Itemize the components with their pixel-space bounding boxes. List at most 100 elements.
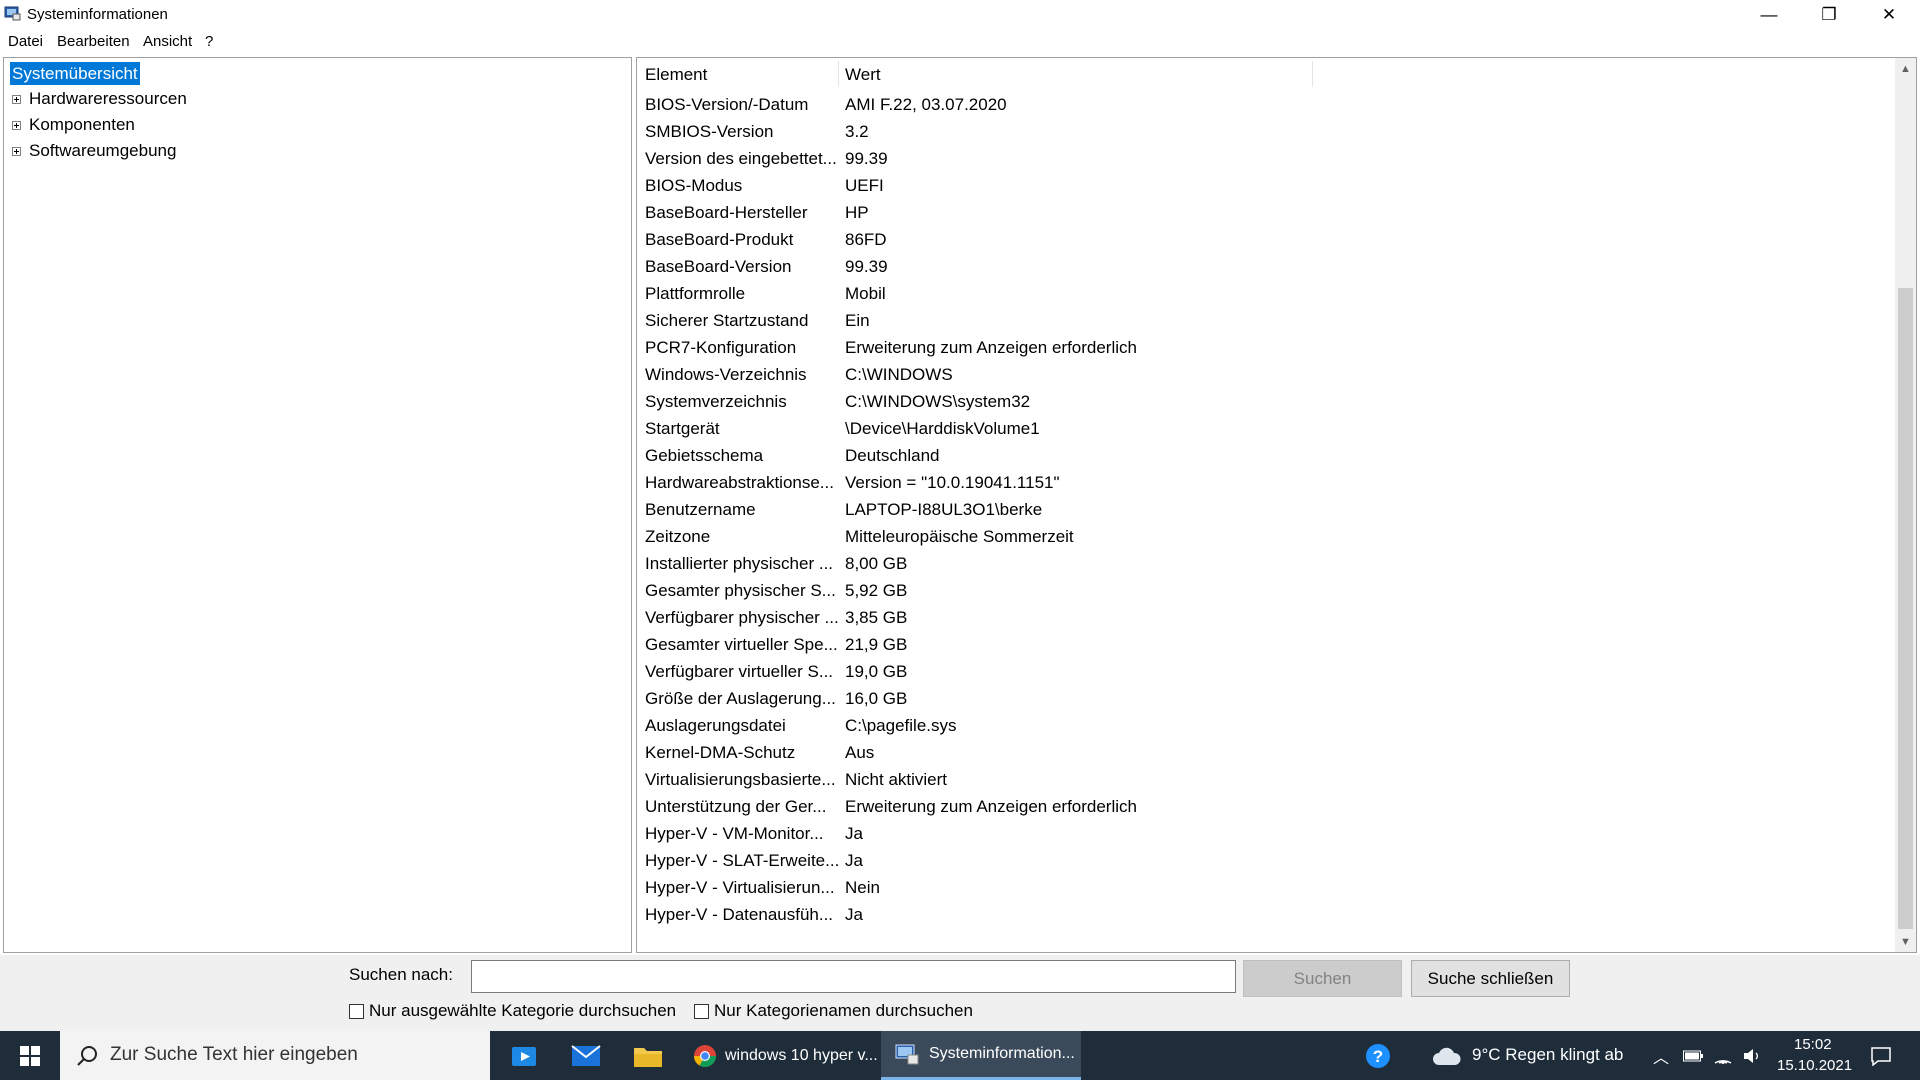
tree-item-komponenten[interactable]: Komponenten [29, 114, 135, 136]
column-divider[interactable] [838, 61, 839, 87]
search-button[interactable]: Suchen [1243, 960, 1402, 997]
row-value: LAPTOP-I88UL3O1\berke [845, 500, 1043, 519]
column-divider[interactable] [1312, 61, 1313, 87]
row-element: Verfügbarer virtueller S... [645, 662, 834, 681]
table-row[interactable]: Hyper-V - VM-Monitor... Ja [637, 820, 1877, 847]
row-value: 21,9 GB [845, 635, 908, 654]
table-row[interactable]: Hyper-V - SLAT-Erweite... Ja [637, 847, 1877, 874]
table-row[interactable]: BaseBoard-Hersteller HP [637, 199, 1877, 226]
row-value: Nein [845, 878, 880, 897]
weather-text[interactable]: 9°C Regen klingt ab [1472, 1045, 1623, 1065]
tree-item-softwareumgebung[interactable]: Softwareumgebung [29, 140, 176, 162]
row-element: Windows-Verzeichnis [645, 365, 807, 384]
taskbar-search-box[interactable]: Zur Suche Text hier eingeben [60, 1031, 490, 1080]
menu-help[interactable]: ? [205, 33, 213, 50]
row-value: 99.39 [845, 257, 888, 276]
clock-time[interactable]: 15:02 [1794, 1036, 1832, 1053]
column-header-wert[interactable]: Wert [845, 63, 881, 87]
menu-bearbeiten[interactable]: Bearbeiten [57, 33, 130, 50]
clock-date[interactable]: 15.10.2021 [1777, 1057, 1852, 1074]
search-input[interactable] [471, 960, 1236, 993]
table-row[interactable]: Installierter physischer ... 8,00 GB [637, 550, 1877, 577]
expand-icon[interactable] [12, 95, 21, 104]
column-header-element[interactable]: Element [645, 63, 707, 87]
scrollbar-thumb[interactable] [1898, 288, 1913, 929]
table-row[interactable]: Größe der Auslagerung... 16,0 GB [637, 685, 1877, 712]
category-names-checkbox[interactable] [694, 1004, 709, 1019]
notification-icon[interactable] [1856, 1031, 1906, 1080]
mail-icon[interactable] [555, 1031, 617, 1080]
menu-ansicht[interactable]: Ansicht [143, 33, 192, 50]
wifi-icon[interactable] [1708, 1031, 1738, 1080]
taskbar-app-chrome[interactable]: windows 10 hyper v... [679, 1031, 879, 1080]
taskbar-app-systeminformation[interactable]: Systeminformation... [881, 1031, 1081, 1080]
row-element: BIOS-Modus [645, 176, 743, 195]
table-row[interactable]: Unterstützung der Ger... Erweiterung zum … [637, 793, 1877, 820]
table-row[interactable]: Virtualisierungsbasierte... Nicht aktivie… [637, 766, 1877, 793]
table-row[interactable]: Hyper-V - Datenausfüh... Ja [637, 901, 1877, 928]
help-icon[interactable]: ? [1350, 1031, 1406, 1080]
table-row[interactable]: Gebietsschema Deutschland [637, 442, 1877, 469]
table-row[interactable]: Zeitzone Mitteleuropäische Sommerzeit [637, 523, 1877, 550]
tree-item-hardwareressourcen[interactable]: Hardwareressourcen [29, 88, 187, 110]
table-row[interactable]: BaseBoard-Produkt 86FD [637, 226, 1877, 253]
tree-item-systemuebersicht[interactable]: Systemübersicht [10, 62, 140, 85]
table-row[interactable]: Plattformrolle Mobil [637, 280, 1877, 307]
table-row[interactable]: Sicherer Startzustand Ein [637, 307, 1877, 334]
scroll-up-icon[interactable]: ▲ [1895, 58, 1916, 79]
row-value: Erweiterung zum Anzeigen erforderlich [845, 797, 1137, 816]
battery-icon[interactable] [1678, 1031, 1708, 1080]
file-explorer-icon[interactable] [617, 1031, 679, 1080]
row-element: Unterstützung der Ger... [645, 797, 827, 816]
row-value: AMI F.22, 03.07.2020 [845, 95, 1007, 114]
volume-icon[interactable] [1738, 1031, 1768, 1080]
media-player-icon[interactable] [493, 1031, 555, 1080]
start-button[interactable] [0, 1031, 60, 1080]
table-row[interactable]: SMBIOS-Version 3.2 [637, 118, 1877, 145]
restore-button[interactable]: ❐ [1802, 0, 1856, 29]
system-information-app-icon [4, 6, 21, 21]
table-row[interactable]: BIOS-Modus UEFI [637, 172, 1877, 199]
table-row[interactable]: Verfügbarer physischer ... 3,85 GB [637, 604, 1877, 631]
expand-icon[interactable] [12, 147, 21, 156]
scroll-down-icon[interactable]: ▼ [1895, 931, 1916, 952]
close-button[interactable]: ✕ [1862, 0, 1916, 29]
expand-icon[interactable] [12, 121, 21, 130]
table-row[interactable]: BaseBoard-Version 99.39 [637, 253, 1877, 280]
details-list[interactable]: Element Wert BIOS-Version/-Datum AMI F.22… [636, 57, 1917, 953]
category-tree[interactable]: Systemübersicht Hardwareressourcen Kompo… [3, 57, 632, 953]
table-row[interactable]: Hyper-V - Virtualisierun... Nein [637, 874, 1877, 901]
table-row[interactable]: Kernel-DMA-Schutz Aus [637, 739, 1877, 766]
table-row[interactable]: Gesamter physischer S... 5,92 GB [637, 577, 1877, 604]
vertical-scrollbar[interactable]: ▲ ▼ [1895, 58, 1916, 952]
category-names-checkbox-label[interactable]: Nur Kategorienamen durchsuchen [714, 1001, 973, 1021]
table-row[interactable]: Startgerät \Device\HarddiskVolume1 [637, 415, 1877, 442]
cloud-icon[interactable] [1426, 1031, 1466, 1080]
table-row[interactable]: PCR7-Konfiguration Erweiterung zum Anzeig… [637, 334, 1877, 361]
selected-category-checkbox-label[interactable]: Nur ausgewählte Kategorie durchsuchen [369, 1001, 676, 1021]
table-row[interactable]: Version des eingebettet... 99.39 [637, 145, 1877, 172]
row-value: Erweiterung zum Anzeigen erforderlich [845, 338, 1137, 357]
close-search-button[interactable]: Suche schließen [1411, 960, 1570, 997]
minimize-button[interactable]: — [1742, 0, 1796, 29]
window-title: Systeminformationen [27, 6, 168, 23]
table-row[interactable]: Gesamter virtueller Spe... 21,9 GB [637, 631, 1877, 658]
table-row[interactable]: Verfügbarer virtueller S... 19,0 GB [637, 658, 1877, 685]
selected-category-checkbox[interactable] [349, 1004, 364, 1019]
row-element: SMBIOS-Version [645, 122, 774, 141]
row-value: 99.39 [845, 149, 888, 168]
table-row[interactable]: Systemverzeichnis C:\WINDOWS\system32 [637, 388, 1877, 415]
table-row[interactable]: Hardwareabstraktionse... Version = "10.0.… [637, 469, 1877, 496]
row-value: 16,0 GB [845, 689, 908, 708]
table-row[interactable]: Benutzername LAPTOP-I88UL3O1\berke [637, 496, 1877, 523]
row-value: Nicht aktiviert [845, 770, 948, 789]
table-row[interactable]: Auslagerungsdatei C:\pagefile.sys [637, 712, 1877, 739]
table-row[interactable]: BIOS-Version/-Datum AMI F.22, 03.07.2020 [637, 91, 1877, 118]
windows-logo-icon [20, 1045, 40, 1066]
row-element: Startgerät [645, 419, 720, 438]
row-element: Auslagerungsdatei [645, 716, 786, 735]
menu-datei[interactable]: Datei [8, 33, 43, 50]
row-element: BaseBoard-Produkt [645, 230, 794, 249]
chevron-up-icon[interactable]: ︿ [1646, 1031, 1676, 1080]
table-row[interactable]: Windows-Verzeichnis C:\WINDOWS [637, 361, 1877, 388]
